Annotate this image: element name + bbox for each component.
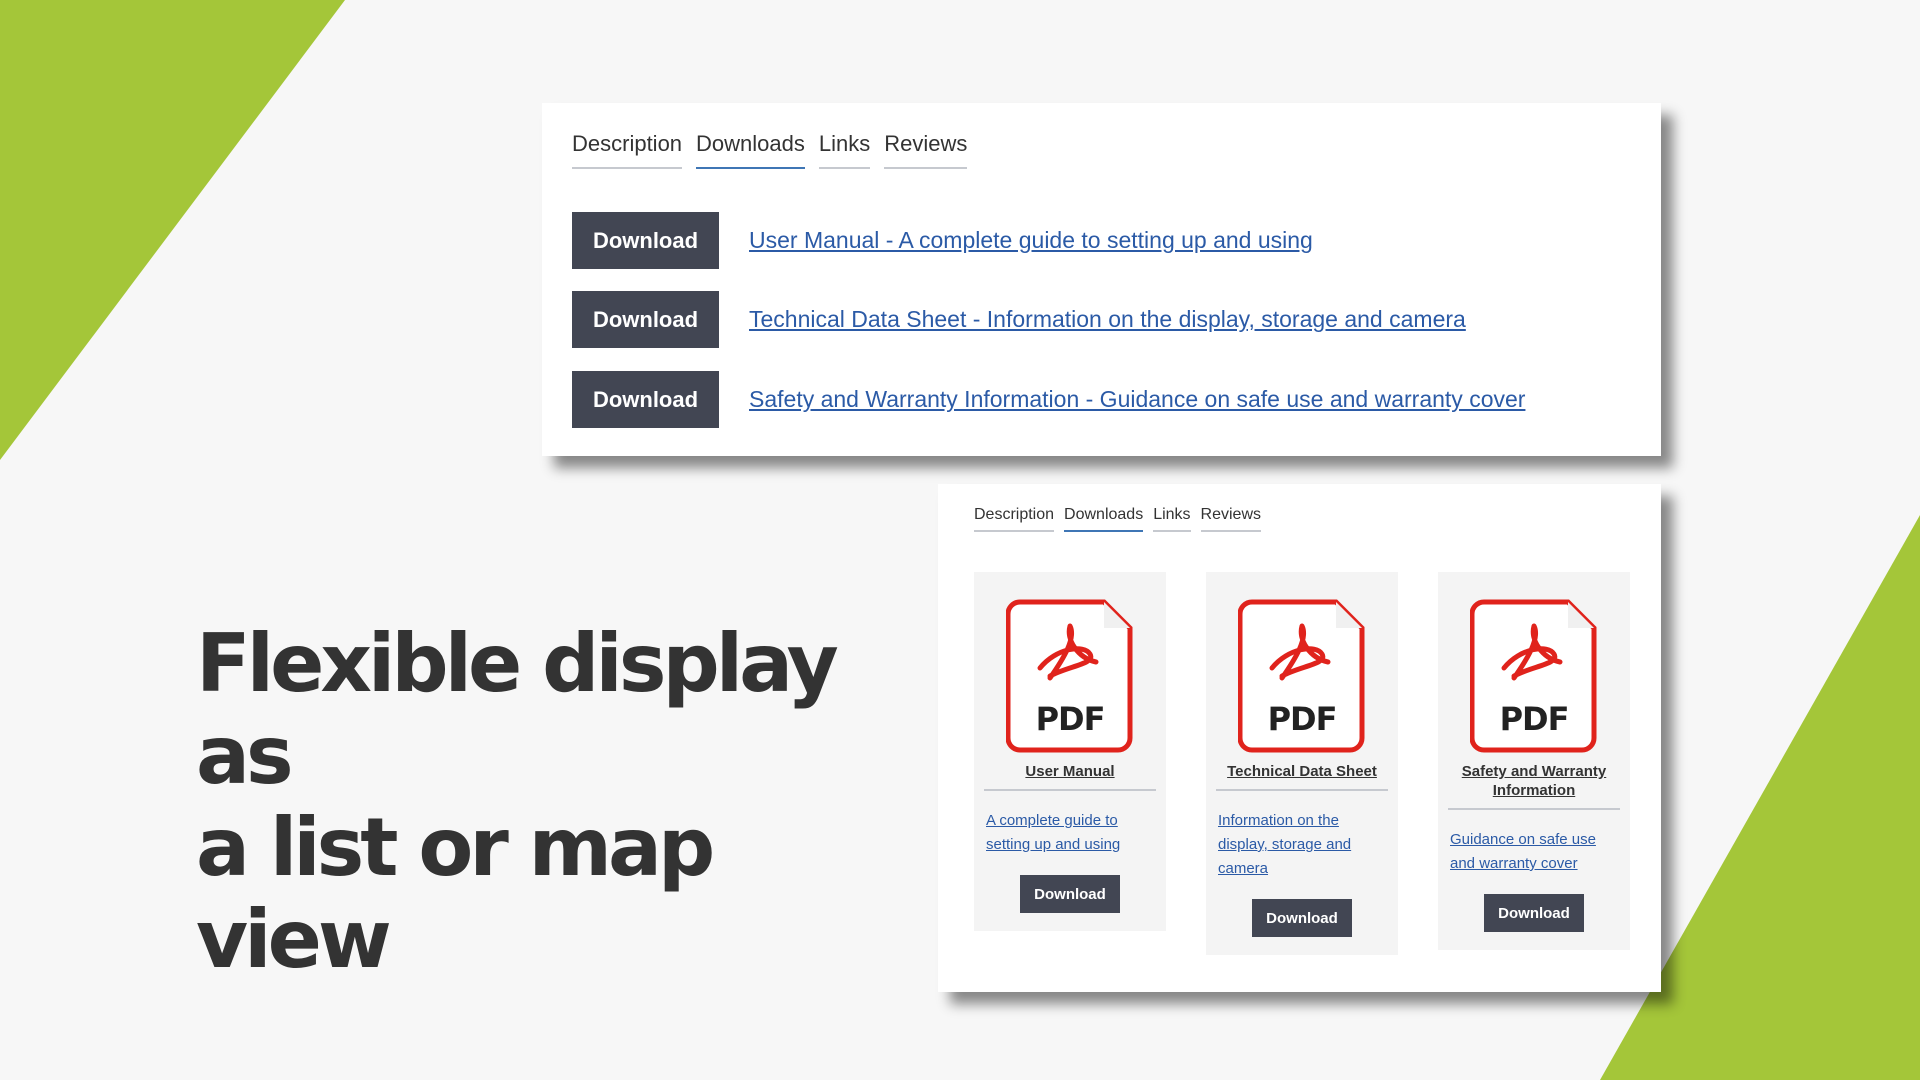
download-tile-user-manual: PDF User Manual A complete guide to sett… xyxy=(974,572,1166,931)
pdf-file-icon: PDF xyxy=(1238,598,1366,754)
pdf-file-icon: PDF xyxy=(1470,598,1598,754)
pdf-label: PDF xyxy=(1035,700,1106,738)
download-tile-safety-warranty: PDF Safety and Warranty Information Guid… xyxy=(1438,572,1630,950)
download-row: Download Safety and Warranty Information… xyxy=(572,371,1525,428)
downloads-list-view: Description Downloads Links Reviews Down… xyxy=(542,103,1661,456)
tab-bar: Description Downloads Links Reviews xyxy=(974,506,1262,532)
downloads-card-view: Description Downloads Links Reviews PDF … xyxy=(938,484,1661,992)
download-button[interactable]: Download xyxy=(1252,899,1352,937)
tile-description-link[interactable]: Information on the display, storage and … xyxy=(1218,809,1386,881)
tile-description-link[interactable]: A complete guide to setting up and using xyxy=(986,809,1154,857)
download-button[interactable]: Download xyxy=(572,212,719,269)
download-row: Download User Manual - A complete guide … xyxy=(572,212,1313,269)
tab-description[interactable]: Description xyxy=(572,131,683,169)
download-tile-technical-data-sheet: PDF Technical Data Sheet Information on … xyxy=(1206,572,1398,955)
tab-bar: Description Downloads Links Reviews xyxy=(572,131,968,169)
tile-title: User Manual xyxy=(984,762,1156,791)
download-link-user-manual[interactable]: User Manual - A complete guide to settin… xyxy=(749,227,1313,254)
download-button[interactable]: Download xyxy=(1484,894,1584,932)
download-link-safety-warranty[interactable]: Safety and Warranty Information - Guidan… xyxy=(749,386,1525,413)
headline-line-2: a list or map view xyxy=(196,801,715,986)
download-button[interactable]: Download xyxy=(572,371,719,428)
pdf-file-icon: PDF xyxy=(1006,598,1134,754)
tile-description-link[interactable]: Guidance on safe use and warranty cover xyxy=(1450,828,1618,876)
pdf-label: PDF xyxy=(1499,700,1570,738)
tab-description[interactable]: Description xyxy=(974,506,1055,532)
pdf-label: PDF xyxy=(1267,700,1338,738)
download-link-technical-data-sheet[interactable]: Technical Data Sheet - Information on th… xyxy=(749,306,1466,333)
headline: Flexible display as a list or map view xyxy=(196,618,896,986)
tab-reviews[interactable]: Reviews xyxy=(1200,506,1262,532)
download-button[interactable]: Download xyxy=(572,291,719,348)
headline-line-1: Flexible display as xyxy=(196,617,839,802)
tab-downloads[interactable]: Downloads xyxy=(696,131,805,169)
tab-links[interactable]: Links xyxy=(1153,506,1191,532)
download-button[interactable]: Download xyxy=(1020,875,1120,913)
tile-title: Technical Data Sheet xyxy=(1216,762,1388,791)
download-row: Download Technical Data Sheet - Informat… xyxy=(572,291,1466,348)
tile-title: Safety and Warranty Information xyxy=(1448,762,1620,810)
tab-links[interactable]: Links xyxy=(818,131,871,169)
tab-downloads[interactable]: Downloads xyxy=(1064,506,1144,532)
green-corner-shape-left xyxy=(0,0,345,460)
tab-reviews[interactable]: Reviews xyxy=(884,131,968,169)
